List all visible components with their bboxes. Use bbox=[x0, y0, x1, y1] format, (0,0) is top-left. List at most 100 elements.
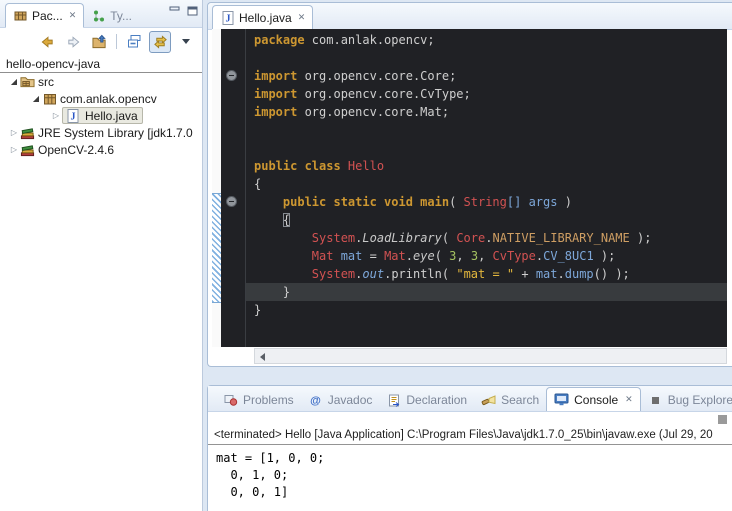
code-token bbox=[254, 267, 312, 281]
close-icon[interactable]: ✕ bbox=[67, 10, 77, 21]
tab-search[interactable]: Search bbox=[474, 389, 546, 411]
tab-declaration[interactable]: Declaration bbox=[379, 389, 474, 411]
bottom-view-tabbar: Problems@Javadoc Declaration Search Console… bbox=[208, 386, 732, 412]
editor-left-ruler[interactable] bbox=[212, 29, 221, 347]
tree-item-opencv-2-4-6[interactable]: ▷OpenCV-2.4.6 bbox=[0, 141, 202, 158]
tab-pac[interactable]: Pac... ✕ bbox=[5, 3, 84, 28]
tab-label: Pac... bbox=[32, 9, 63, 23]
code-token bbox=[254, 195, 283, 209]
minimize-view-button[interactable] bbox=[168, 5, 180, 17]
left-view-tabbar: Pac... ✕ Ty... bbox=[0, 0, 202, 28]
console-output-line: 0, 0, 1] bbox=[216, 484, 732, 501]
tab-label: Declaration bbox=[406, 393, 467, 407]
horizontal-scrollbar[interactable] bbox=[254, 348, 727, 364]
forward-icon bbox=[66, 35, 81, 49]
link-with-editor-button[interactable] bbox=[149, 31, 171, 53]
tree-item-jre-system-library-jdk1-7-0[interactable]: ▷JRE System Library [jdk1.7.0 bbox=[0, 124, 202, 141]
svg-text:@: @ bbox=[310, 395, 321, 406]
code-line: { bbox=[246, 211, 727, 229]
tab-javadoc[interactable]: @Javadoc bbox=[301, 389, 380, 411]
code-token: Mat bbox=[312, 249, 334, 263]
code-token: import bbox=[254, 69, 297, 83]
tree-expand-arrow-icon[interactable]: ▷ bbox=[50, 107, 62, 124]
tab-bug-explorer[interactable]: Bug Explorer bbox=[641, 389, 732, 411]
fold-collapse-icon[interactable] bbox=[226, 70, 237, 81]
tree-expand-arrow-icon[interactable]: ▷ bbox=[8, 124, 20, 141]
library-icon bbox=[20, 126, 35, 140]
maximize-view-button[interactable] bbox=[186, 5, 198, 17]
svg-text:J: J bbox=[70, 111, 75, 122]
selected-item-box: J Hello.java bbox=[62, 107, 143, 124]
editor-panel: J Hello.java ✕ package com.anlak.opencv;… bbox=[207, 2, 732, 367]
console-view: Problems@Javadoc Declaration Search Console… bbox=[207, 385, 732, 511]
code-token: println bbox=[391, 267, 442, 281]
tree-item-src[interactable]: ◢src bbox=[0, 73, 202, 90]
tab-ty[interactable]: Ty... bbox=[84, 5, 139, 27]
toolbar-separator bbox=[116, 34, 117, 49]
code-token bbox=[254, 213, 283, 227]
editor-tab-label: Hello.java bbox=[239, 11, 292, 25]
code-token bbox=[254, 249, 312, 263]
back-icon bbox=[40, 35, 55, 49]
close-icon[interactable]: ✕ bbox=[623, 394, 633, 405]
code-token: () ); bbox=[594, 267, 630, 281]
code-token: org.opencv.core.CvType; bbox=[297, 87, 470, 101]
view-menu-button[interactable] bbox=[175, 31, 197, 53]
code-token: dump bbox=[565, 267, 594, 281]
code-token: ); bbox=[594, 249, 616, 263]
tab-console[interactable]: Console✕ bbox=[546, 387, 641, 412]
code-token: . bbox=[558, 267, 565, 281]
code-token: LoadLibrary bbox=[362, 231, 441, 245]
up-icon bbox=[92, 35, 107, 49]
code-token: com.anlak.opencv; bbox=[305, 33, 435, 47]
code-area[interactable]: package com.anlak.opencv; import org.open… bbox=[246, 29, 727, 347]
tree-item-com-anlak-opencv[interactable]: ◢com.anlak.opencv bbox=[0, 90, 202, 107]
code-token: ); bbox=[630, 231, 652, 245]
up-button[interactable] bbox=[88, 31, 110, 53]
tree-item-label: Hello.java bbox=[82, 109, 138, 123]
tree-expand-arrow-icon[interactable]: ▷ bbox=[8, 141, 20, 158]
code-token: "mat = " bbox=[456, 267, 514, 281]
code-token: Core bbox=[456, 231, 485, 245]
code-line: import org.opencv.core.CvType; bbox=[246, 85, 727, 103]
code-token: , bbox=[478, 249, 492, 263]
code-line: package com.anlak.opencv; bbox=[246, 31, 727, 49]
collapse-all-button[interactable] bbox=[123, 31, 145, 53]
code-line bbox=[246, 139, 727, 157]
forward-button[interactable] bbox=[62, 31, 84, 53]
code-token: CvType bbox=[493, 249, 536, 263]
tree-collapse-arrow-icon[interactable]: ◢ bbox=[8, 73, 20, 90]
scroll-left-arrow-icon[interactable] bbox=[260, 353, 265, 361]
tab-problems[interactable]: Problems bbox=[216, 389, 301, 411]
source-folder-icon bbox=[20, 75, 35, 89]
tab-label: Ty... bbox=[110, 9, 132, 23]
code-token: org.opencv.core.Core; bbox=[297, 69, 456, 83]
tree-item-hello-java[interactable]: ▷ J Hello.java bbox=[0, 107, 202, 124]
code-token: { bbox=[254, 177, 261, 191]
code-token: NATIVE_LIBRARY_NAME bbox=[492, 231, 629, 245]
tab-label: Bug Explorer bbox=[668, 393, 732, 407]
code-token: . bbox=[406, 249, 413, 263]
code-line bbox=[246, 121, 727, 139]
java-file-icon: J bbox=[65, 109, 80, 123]
code-token: } bbox=[254, 285, 290, 299]
tree-item-hello-opencv-java[interactable]: hello-opencv-java bbox=[0, 55, 202, 73]
code-line: import org.opencv.core.Mat; bbox=[246, 103, 727, 121]
type-hierarchy-icon bbox=[91, 9, 106, 23]
code-token: mat bbox=[536, 267, 558, 281]
code-token: import bbox=[254, 105, 297, 119]
tab-label: Search bbox=[501, 393, 539, 407]
console-toolbar-button[interactable] bbox=[718, 415, 727, 424]
close-icon[interactable]: ✕ bbox=[296, 12, 306, 23]
package-icon bbox=[42, 92, 57, 106]
code-token: eye bbox=[413, 249, 435, 263]
code-token bbox=[254, 231, 312, 245]
code-line: Mat mat = Mat.eye( 3, 3, CvType.CV_8UC1 … bbox=[246, 247, 727, 265]
back-button[interactable] bbox=[36, 31, 58, 53]
tree-collapse-arrow-icon[interactable]: ◢ bbox=[30, 90, 42, 107]
declaration-icon bbox=[386, 393, 401, 407]
range-indicator bbox=[212, 193, 221, 303]
code-token: package bbox=[254, 33, 305, 47]
editor-tab-hello-java[interactable]: J Hello.java ✕ bbox=[212, 5, 313, 30]
fold-collapse-icon[interactable] bbox=[226, 196, 237, 207]
